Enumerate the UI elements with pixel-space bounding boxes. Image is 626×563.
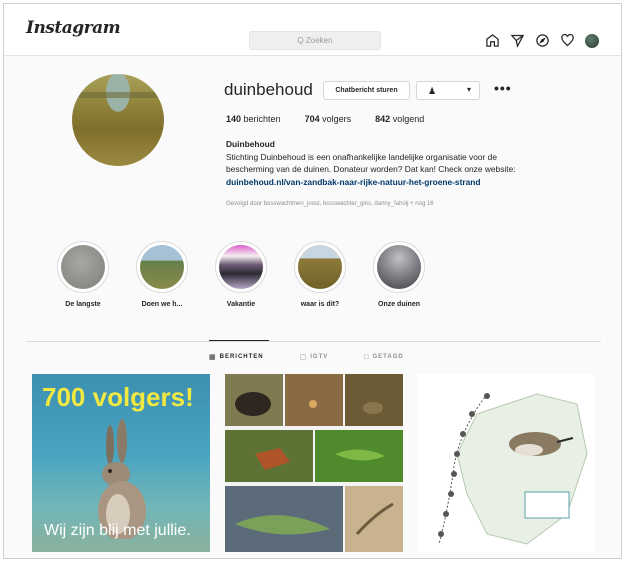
highlight-label: Vakantie bbox=[226, 301, 256, 308]
highlight-ring bbox=[57, 241, 109, 293]
tv-icon: ▢ bbox=[299, 354, 308, 361]
profile-bio: Duinbehoud Stichting Duinbehoud is een o… bbox=[226, 138, 566, 188]
rabbit-illustration bbox=[98, 419, 146, 539]
story-highlights: De langste Doen we h... Vakantie waar is… bbox=[53, 241, 429, 308]
search-input[interactable]: Q Zoeken bbox=[249, 31, 381, 50]
tabs-divider bbox=[26, 341, 601, 342]
profile-stats: 140 berichten 704 volgers 842 volgend bbox=[226, 114, 424, 124]
post-headline: 700 volgers! bbox=[42, 382, 194, 412]
home-icon[interactable] bbox=[485, 33, 500, 48]
highlight-item[interactable]: Vakantie bbox=[211, 241, 271, 308]
followers-count[interactable]: 704 volgers bbox=[305, 114, 352, 124]
highlight-item[interactable]: De langste bbox=[53, 241, 113, 308]
grid-icon: ▦ bbox=[209, 354, 217, 361]
following-count[interactable]: 842 volgend bbox=[375, 114, 424, 124]
top-navigation-bar: Instagram Q Zoeken bbox=[4, 4, 621, 56]
highlight-cover bbox=[140, 245, 184, 289]
send-icon[interactable] bbox=[510, 33, 525, 48]
highlight-ring bbox=[373, 241, 425, 293]
tab-posts[interactable]: ▦ BERICHTEN bbox=[209, 353, 264, 361]
profile-picture[interactable] bbox=[72, 74, 164, 166]
bio-name: Duinbehoud bbox=[226, 139, 275, 149]
profile-tabs: ▦ BERICHTEN ▢ IGTV □ GETAGD bbox=[209, 353, 404, 362]
browser-frame: Instagram Q Zoeken duinbehoud Chatberich… bbox=[3, 3, 622, 559]
highlight-label: De langste bbox=[65, 301, 101, 308]
bird-migration-map bbox=[417, 374, 595, 552]
bio-website-link[interactable]: duinbehoud.nl/van-zandbak-naar-rijke-nat… bbox=[226, 176, 566, 189]
profile-username: duinbehoud bbox=[224, 80, 313, 99]
profile-avatar-icon[interactable] bbox=[585, 33, 599, 48]
highlight-item[interactable]: waar is dit? bbox=[290, 241, 350, 308]
instagram-logo[interactable]: Instagram bbox=[26, 18, 121, 38]
person-icon: ♟ bbox=[428, 86, 437, 96]
more-options-icon[interactable]: ••• bbox=[494, 80, 512, 96]
heart-icon[interactable] bbox=[560, 33, 575, 48]
tab-tagged[interactable]: □ GETAGD bbox=[364, 353, 403, 361]
highlight-item[interactable]: Doen we h... bbox=[132, 241, 192, 308]
highlight-label: Doen we h... bbox=[141, 301, 183, 308]
following-dropdown-button[interactable]: ♟ ▾ bbox=[416, 81, 480, 100]
collage-image bbox=[225, 374, 403, 552]
post-caption-overlay: Wij zijn blij met jullie. bbox=[44, 522, 191, 539]
bio-text-line-2: bescherming van de duinen. Donateur word… bbox=[226, 164, 516, 174]
highlight-label: Onze duinen bbox=[378, 301, 420, 308]
post-thumbnail-followers[interactable]: 700 volgers! Wij zijn blij met jullie. bbox=[32, 374, 210, 552]
highlight-label: waar is dit? bbox=[300, 301, 340, 308]
tag-icon: □ bbox=[364, 353, 370, 361]
posts-count: 140 berichten bbox=[226, 114, 281, 124]
highlight-ring bbox=[136, 241, 188, 293]
tab-igtv[interactable]: ▢ IGTV bbox=[300, 353, 329, 361]
highlight-cover bbox=[61, 245, 105, 289]
highlight-cover bbox=[298, 245, 342, 289]
highlight-ring bbox=[294, 241, 346, 293]
send-message-button[interactable]: Chatbericht sturen bbox=[323, 81, 410, 100]
chevron-down-icon: ▾ bbox=[466, 85, 471, 94]
highlight-ring bbox=[215, 241, 267, 293]
post-thumbnail-map[interactable] bbox=[417, 374, 595, 552]
active-tab-indicator bbox=[209, 340, 269, 341]
highlight-cover bbox=[377, 245, 421, 289]
post-thumbnail-collage[interactable] bbox=[225, 374, 403, 552]
followed-by-text[interactable]: Gevolgd door bosswachtmen_joost, bosswac… bbox=[226, 201, 434, 207]
highlight-cover bbox=[219, 245, 263, 289]
highlight-item[interactable]: Onze duinen bbox=[369, 241, 429, 308]
bio-text-line-1: Stichting Duinbehoud is een onafhankelij… bbox=[226, 151, 497, 162]
nav-icons bbox=[485, 33, 599, 48]
compass-icon[interactable] bbox=[535, 33, 550, 48]
